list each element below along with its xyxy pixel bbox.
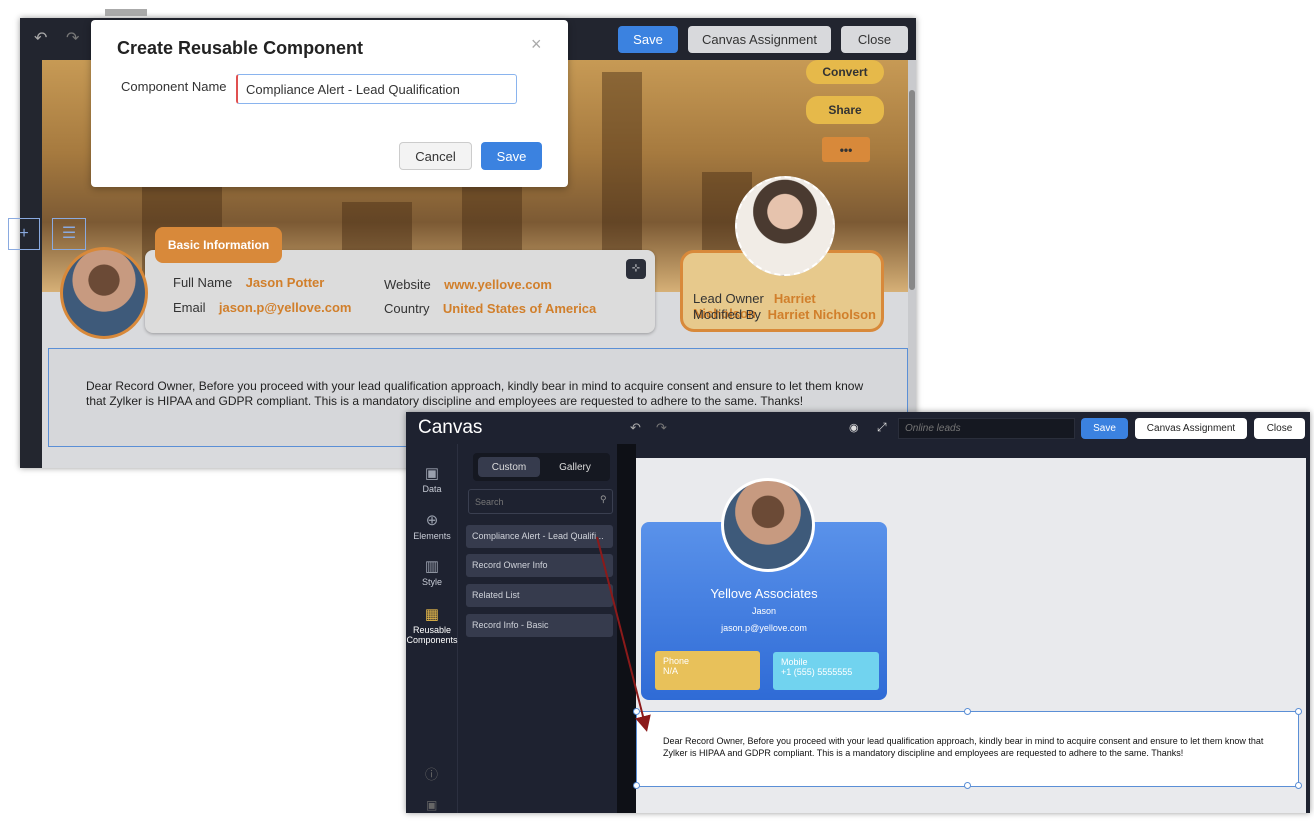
drag-arrow (596, 536, 651, 732)
